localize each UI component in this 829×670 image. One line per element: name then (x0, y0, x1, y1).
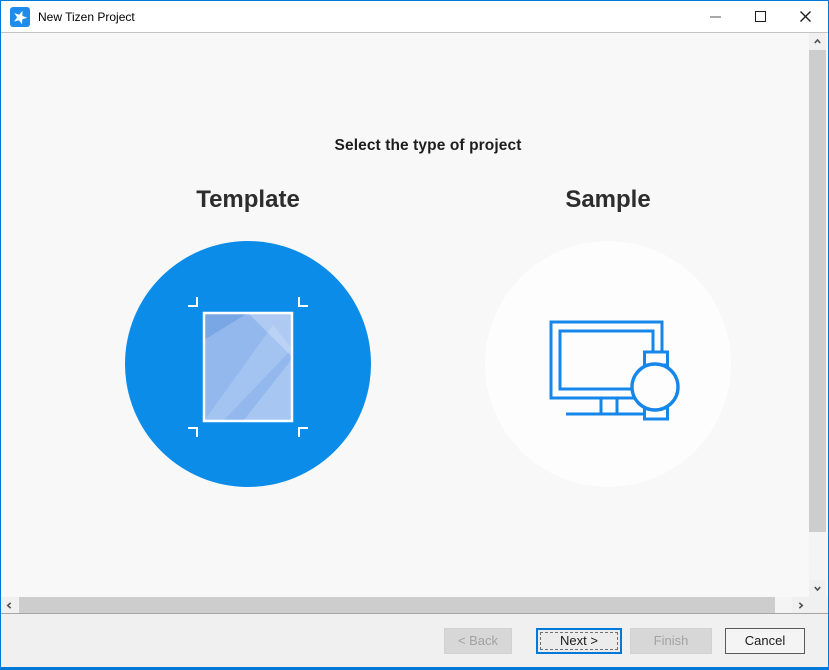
maximize-button[interactable] (738, 1, 783, 32)
sample-label: Sample (485, 185, 731, 215)
tizen-logo-icon (10, 7, 30, 27)
next-button[interactable]: Next > (536, 628, 622, 654)
window-controls (693, 1, 828, 32)
scroll-right-button[interactable] (792, 597, 809, 613)
minimize-icon (710, 16, 721, 18)
option-template[interactable]: Template (125, 185, 371, 487)
wizard-page: Select the type of project Template (1, 33, 809, 597)
back-button[interactable]: < Back (444, 628, 512, 654)
minimize-button[interactable] (693, 1, 738, 32)
sample-option-icon (485, 241, 731, 487)
chevron-right-icon (796, 601, 805, 610)
maximize-icon (755, 11, 766, 22)
cancel-button[interactable]: Cancel (725, 628, 805, 654)
close-button[interactable] (783, 1, 828, 32)
vertical-scrollbar[interactable] (809, 33, 826, 597)
chevron-down-icon (813, 584, 822, 593)
page-title: Select the type of project (47, 33, 809, 155)
project-type-options: Template (47, 185, 809, 487)
finish-button[interactable]: Finish (630, 628, 712, 654)
template-option-icon (125, 241, 371, 487)
chevron-left-icon (5, 601, 14, 610)
titlebar[interactable]: New Tizen Project (1, 1, 828, 32)
new-tizen-project-dialog: New Tizen Project Select the type of pro… (0, 0, 829, 670)
vertical-scroll-thumb[interactable] (809, 50, 826, 532)
project-type-chooser: Select the type of project Template (47, 33, 809, 487)
option-sample[interactable]: Sample (485, 185, 731, 487)
template-label: Template (125, 185, 371, 215)
chevron-up-icon (813, 37, 822, 46)
scroll-up-button[interactable] (809, 33, 826, 50)
window-title: New Tizen Project (38, 10, 135, 24)
horizontal-scroll-thumb[interactable] (19, 597, 775, 613)
wizard-button-bar: < Back Next > Finish Cancel (1, 614, 828, 667)
wizard-body: Select the type of project Template (1, 33, 828, 597)
scroll-down-button[interactable] (809, 580, 826, 597)
horizontal-scrollbar[interactable] (1, 597, 828, 613)
close-icon (799, 10, 812, 23)
horizontal-scroll-track[interactable] (18, 597, 792, 613)
scroll-left-button[interactable] (1, 597, 18, 613)
scrollbar-corner (809, 597, 828, 613)
